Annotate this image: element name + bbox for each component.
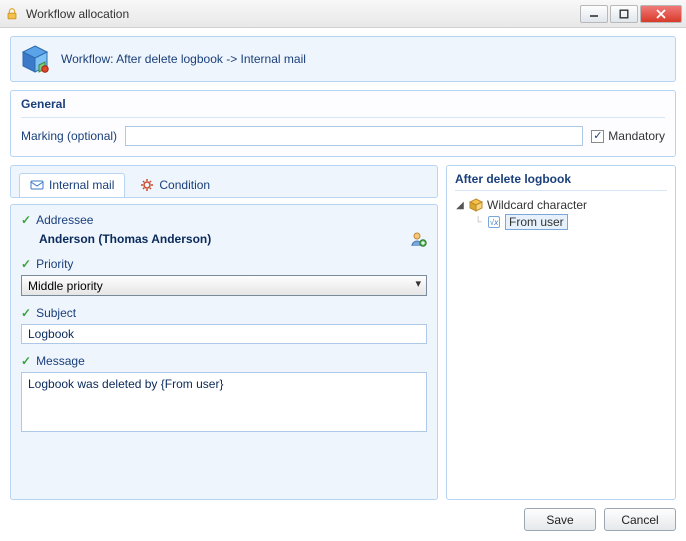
general-panel: General Marking (optional) Mandatory	[10, 90, 676, 157]
workflow-title: Workflow: After delete logbook -> Intern…	[61, 52, 306, 66]
variable-icon: √x	[487, 215, 501, 229]
check-icon: ✓	[21, 257, 31, 271]
check-icon: ✓	[21, 213, 31, 227]
priority-select[interactable]: Middle priority	[21, 275, 427, 296]
tree-node-label: From user	[505, 214, 568, 230]
mandatory-checkbox[interactable]: Mandatory	[591, 129, 665, 143]
mandatory-label: Mandatory	[608, 129, 665, 143]
tree-panel: After delete logbook ◢ Wildcard characte…	[446, 165, 676, 500]
dialog-footer: Save Cancel	[10, 508, 676, 531]
tab-condition[interactable]: Condition	[129, 173, 221, 197]
lock-icon	[4, 6, 20, 22]
check-icon: ✓	[21, 306, 31, 320]
cancel-button[interactable]: Cancel	[604, 508, 676, 531]
add-user-icon[interactable]	[411, 231, 427, 247]
addressee-label: Addressee	[36, 213, 93, 227]
marking-label: Marking (optional)	[21, 129, 117, 143]
tree-title: After delete logbook	[455, 172, 667, 191]
tree-node-child[interactable]: └ √x From user	[455, 213, 667, 231]
subject-input[interactable]	[21, 324, 427, 344]
marking-input[interactable]	[125, 126, 583, 146]
title-bar: Workflow allocation	[0, 0, 686, 28]
general-heading: General	[21, 97, 665, 118]
window-controls	[578, 5, 682, 23]
form-panel: ✓ Addressee Anderson (Thomas Anderson) ✓…	[10, 204, 438, 500]
priority-label: Priority	[36, 257, 73, 271]
wildcard-cube-icon	[469, 198, 483, 212]
save-button[interactable]: Save	[524, 508, 596, 531]
tree-expand-icon[interactable]: ◢	[455, 200, 465, 211]
tab-label: Condition	[159, 178, 210, 192]
checkbox-icon	[591, 130, 604, 143]
subject-label: Subject	[36, 306, 76, 320]
addressee-field: ✓ Addressee Anderson (Thomas Anderson)	[21, 213, 427, 247]
tab-internal-mail[interactable]: Internal mail	[19, 173, 125, 197]
check-icon: ✓	[21, 354, 31, 368]
tree-node-root[interactable]: ◢ Wildcard character	[455, 197, 667, 213]
tab-label: Internal mail	[49, 178, 114, 192]
tree-leaf-connector: └	[473, 217, 483, 228]
svg-text:√x: √x	[490, 218, 499, 227]
workflow-header-panel: Workflow: After delete logbook -> Intern…	[10, 36, 676, 82]
workflow-cube-icon	[19, 43, 51, 75]
window-title: Workflow allocation	[26, 7, 578, 21]
mail-icon	[30, 178, 44, 192]
close-button[interactable]	[640, 5, 682, 23]
tree-node-label: Wildcard character	[487, 198, 587, 212]
maximize-button[interactable]	[610, 5, 638, 23]
message-field: ✓ Message Logbook was deleted by {From u…	[21, 354, 427, 437]
gear-icon	[140, 178, 154, 192]
message-textarea[interactable]: Logbook was deleted by {From user}	[21, 372, 427, 432]
message-label: Message	[36, 354, 85, 368]
tab-bar: Internal mail Condition	[10, 165, 438, 198]
addressee-value: Anderson (Thomas Anderson)	[21, 232, 411, 246]
minimize-button[interactable]	[580, 5, 608, 23]
priority-field: ✓ Priority Middle priority	[21, 257, 427, 296]
subject-field: ✓ Subject	[21, 306, 427, 344]
